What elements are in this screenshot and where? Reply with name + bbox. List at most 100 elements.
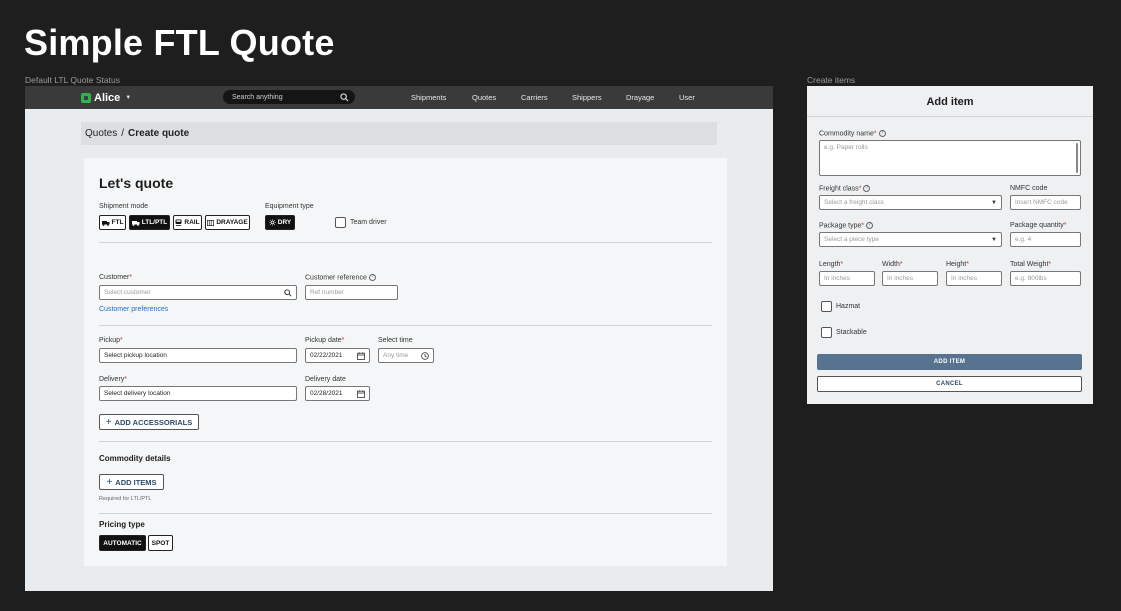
- select-time-input[interactable]: Any time: [378, 348, 434, 363]
- mode-drayage-label: DRAYAGE: [216, 219, 248, 226]
- equipment-dry-button[interactable]: DRY: [265, 215, 295, 230]
- help-icon[interactable]: ?: [368, 274, 376, 281]
- pickup-date-input[interactable]: 02/22/2021: [305, 348, 370, 363]
- height-placeholder: In inches: [951, 275, 978, 282]
- commodity-name-label: Commodity name*?: [819, 130, 886, 137]
- select-time-placeholder: Any time: [383, 352, 409, 359]
- mode-ltl-button[interactable]: LTL/PTL: [129, 215, 170, 230]
- customer-reference-label: Customer reference?: [305, 274, 376, 281]
- add-items-label: ADD ITEMS: [115, 477, 157, 487]
- width-label: Width*: [882, 261, 903, 268]
- freight-class-select[interactable]: Select a freight class ▼: [819, 195, 1002, 210]
- scrollbar[interactable]: [1076, 143, 1078, 173]
- nav-drayage[interactable]: Drayage: [626, 93, 654, 102]
- stackable-label: Stackable: [836, 329, 867, 336]
- pickup-label: Pickup*: [99, 337, 123, 344]
- delivery-date-input[interactable]: 02/28/2021: [305, 386, 370, 401]
- truck-icon: [131, 220, 140, 226]
- customer-reference-input[interactable]: Ref number: [305, 285, 398, 300]
- divider: [99, 325, 712, 326]
- plus-icon: +: [106, 476, 113, 488]
- commodity-name-textarea[interactable]: e.g. Paper rolls: [819, 140, 1081, 176]
- help-icon[interactable]: ?: [878, 130, 886, 137]
- pricing-automatic-label: AUTOMATIC: [103, 539, 142, 547]
- customer-placeholder: Select customer: [104, 289, 151, 296]
- clock-icon[interactable]: [421, 351, 429, 360]
- delivery-location-input[interactable]: Select delivery location: [99, 386, 297, 401]
- pickup-location-input[interactable]: Select pickup location: [99, 348, 297, 363]
- brand-name: Alice: [94, 91, 121, 104]
- nav-shippers[interactable]: Shippers: [572, 93, 602, 102]
- pickup-date-value: 02/22/2021: [310, 352, 343, 359]
- team-driver-label: Team driver: [350, 219, 387, 226]
- freight-class-placeholder: Select a freight class: [824, 199, 884, 206]
- add-accessorials-label: ADD ACCESSORIALS: [114, 417, 193, 427]
- pricing-automatic-button[interactable]: AUTOMATIC: [99, 535, 146, 551]
- nmfc-code-placeholder: Insert NMFC code: [1015, 199, 1068, 206]
- commodity-details-heading: Commodity details: [99, 454, 171, 463]
- frame-label-left: Default LTL Quote Status: [25, 75, 120, 85]
- width-input[interactable]: In inches: [882, 271, 938, 286]
- freight-class-label: Freight class*?: [819, 185, 871, 192]
- total-weight-label: Total Weight*: [1010, 261, 1052, 268]
- nav-user[interactable]: User: [679, 93, 695, 102]
- mode-ftl-label: FTL: [111, 219, 124, 226]
- team-driver-checkbox[interactable]: [335, 217, 346, 228]
- calendar-icon[interactable]: [357, 351, 365, 360]
- search-icon[interactable]: [340, 92, 349, 102]
- customer-label: Customer*: [99, 274, 133, 281]
- plus-icon: +: [105, 416, 112, 428]
- delivery-date-label: Delivery date: [305, 376, 346, 383]
- cancel-button[interactable]: CANCEL: [817, 376, 1082, 392]
- hazmat-label: Hazmat: [836, 303, 861, 310]
- nav-shipments[interactable]: Shipments: [411, 93, 446, 102]
- pricing-type-heading: Pricing type: [99, 520, 145, 529]
- length-input[interactable]: In inches: [819, 271, 875, 286]
- select-time-label: Select time: [378, 337, 413, 344]
- chevron-down-icon: ▼: [125, 94, 132, 101]
- package-type-placeholder: Select a piece type: [824, 236, 879, 243]
- search-input[interactable]: Search anything: [232, 94, 340, 101]
- top-navbar: Alice ▼ Search anything Shipments Quotes…: [25, 86, 773, 109]
- divider: [99, 513, 712, 514]
- height-input[interactable]: In inches: [946, 271, 1002, 286]
- brand-logo-icon: [81, 92, 91, 103]
- mode-rail-button[interactable]: RAIL: [173, 215, 202, 230]
- search-bar[interactable]: Search anything: [223, 90, 355, 104]
- mode-rail-label: RAIL: [184, 219, 200, 226]
- stackable-checkbox[interactable]: [821, 327, 832, 338]
- calendar-icon[interactable]: [357, 389, 365, 398]
- search-icon: [284, 288, 292, 297]
- mode-drayage-button[interactable]: DRAYAGE: [205, 215, 250, 230]
- package-type-select[interactable]: Select a piece type ▼: [819, 232, 1002, 247]
- add-item-button[interactable]: ADD ITEM: [817, 354, 1082, 370]
- add-items-button[interactable]: + ADD ITEMS: [99, 474, 164, 490]
- chevron-down-icon: ▼: [991, 236, 997, 243]
- delivery-label: Delivery*: [99, 376, 128, 383]
- brand-menu[interactable]: Alice ▼: [81, 91, 131, 104]
- frame-label-right: Create items: [807, 75, 856, 85]
- sun-icon: [269, 219, 276, 226]
- equipment-dry-label: DRY: [277, 219, 292, 226]
- mode-ftl-button[interactable]: FTL: [99, 215, 126, 230]
- nmfc-code-input[interactable]: Insert NMFC code: [1010, 195, 1081, 210]
- package-quantity-input[interactable]: e.g. 4: [1010, 232, 1081, 247]
- customer-preferences-link[interactable]: Customer preferences: [99, 306, 168, 313]
- customer-select[interactable]: Select customer: [99, 285, 297, 300]
- required-note: Required for LTL/PTL: [99, 496, 152, 502]
- breadcrumb-parent[interactable]: Quotes: [85, 128, 117, 139]
- pricing-spot-button[interactable]: SPOT: [148, 535, 173, 551]
- equipment-type-label: Equipment type: [265, 203, 314, 210]
- nav-quotes[interactable]: Quotes: [472, 93, 496, 102]
- add-accessorials-button[interactable]: + ADD ACCESSORIALS: [99, 414, 199, 430]
- package-quantity-label: Package quantity*: [1010, 222, 1067, 229]
- length-placeholder: In inches: [824, 275, 851, 282]
- hazmat-checkbox[interactable]: [821, 301, 832, 312]
- truck-icon: [101, 220, 110, 226]
- help-icon[interactable]: ?: [866, 222, 874, 229]
- help-icon[interactable]: ?: [863, 185, 871, 192]
- breadcrumb-current: Create quote: [128, 128, 190, 139]
- total-weight-input[interactable]: e.g. 800lbs: [1010, 271, 1081, 286]
- train-icon: [175, 219, 182, 226]
- nav-carriers[interactable]: Carriers: [521, 93, 548, 102]
